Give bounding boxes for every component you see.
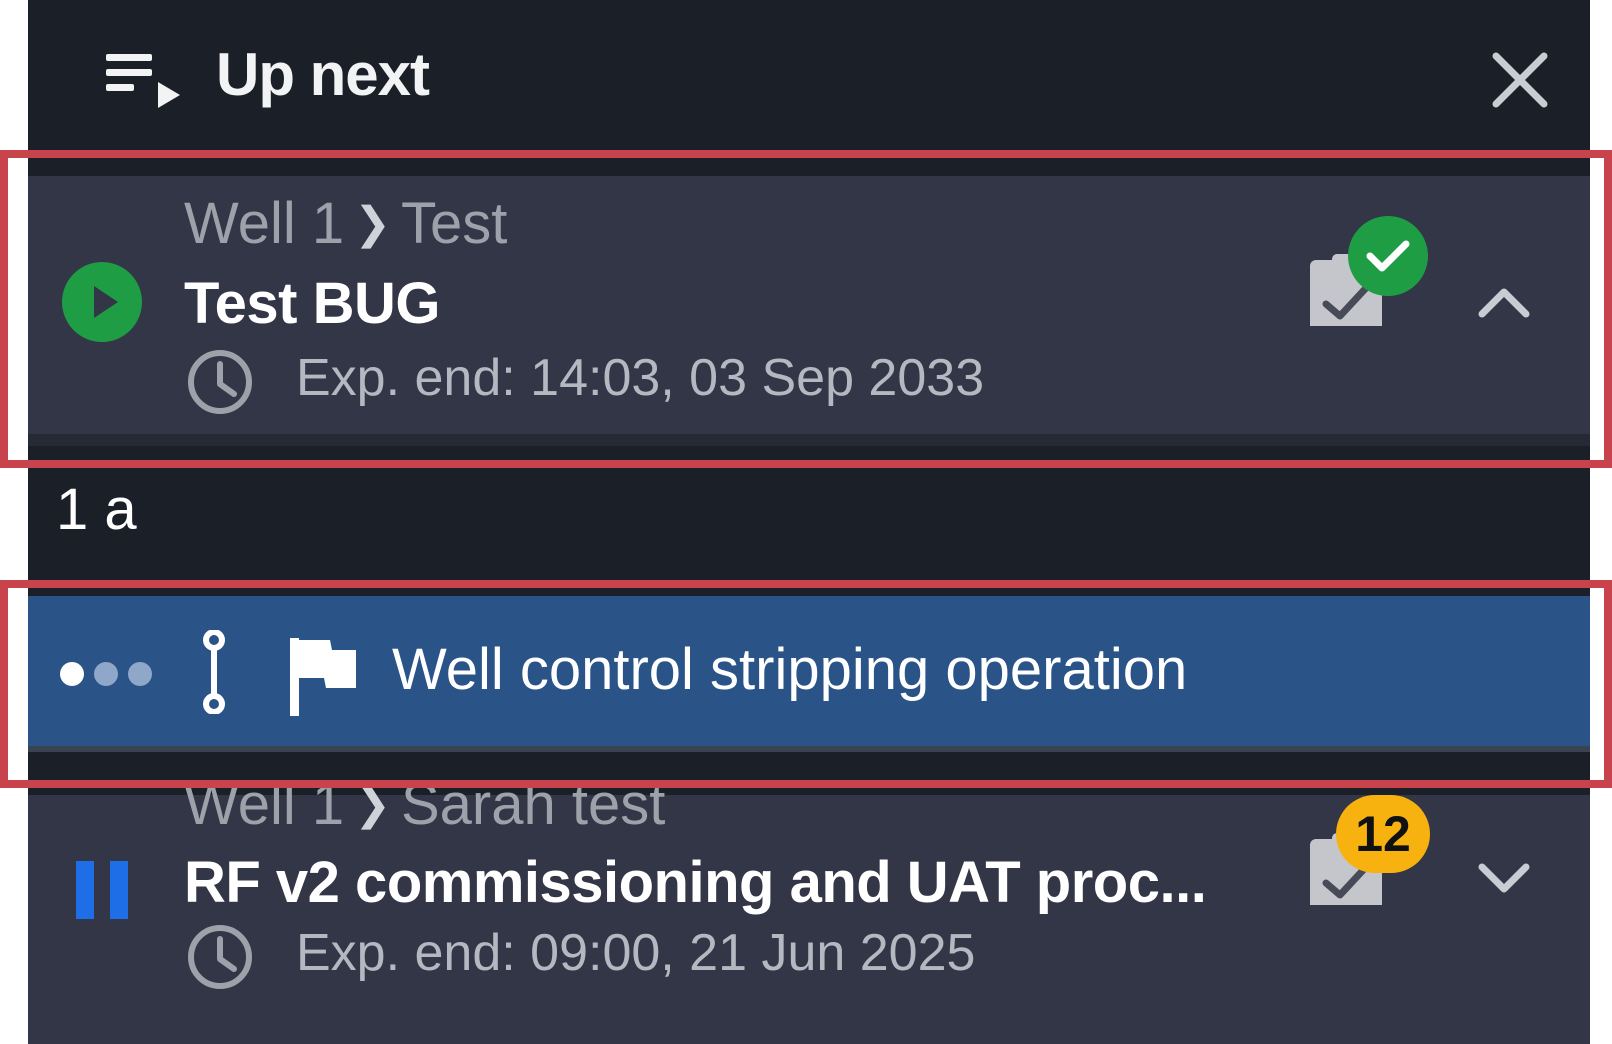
flag-icon: [290, 638, 356, 716]
panel-title: Up next: [216, 41, 430, 108]
checklist-complete-icon[interactable]: [1310, 216, 1430, 326]
card-divider: [28, 434, 1590, 446]
procedure-card[interactable]: Well 1 ❯ Test Test BUG Exp. end: 14:03, 03…: [28, 176, 1590, 446]
section-label: 1 a: [56, 477, 137, 542]
chevron-right-icon: ❯: [354, 199, 391, 249]
chevron-right-icon: ❯: [354, 780, 391, 830]
procedure-title[interactable]: Test BUG: [184, 270, 440, 337]
breadcrumb-folder: Sarah test: [400, 772, 666, 837]
pause-icon[interactable]: [62, 851, 142, 931]
connector-icon: [203, 630, 225, 714]
breadcrumb: Well 1 ❯ Sarah test: [184, 771, 665, 838]
panel-header: Up next: [28, 0, 1590, 146]
procedure-title[interactable]: RF v2 commissioning and UAT proc...: [184, 849, 1207, 916]
expected-end: Exp. end: 09:00, 21 Jun 2025: [296, 924, 976, 982]
step-row[interactable]: Well control stripping operation: [28, 596, 1590, 752]
breadcrumb-folder: Test: [400, 191, 508, 256]
close-icon[interactable]: [1488, 48, 1552, 112]
checklist-count-badge: 12: [1336, 795, 1430, 873]
breadcrumb-well: Well 1: [184, 191, 345, 256]
progress-dots-icon: [60, 662, 152, 686]
chevron-up-icon[interactable]: [1476, 282, 1532, 322]
chevron-down-icon[interactable]: [1476, 859, 1532, 899]
clock-icon: [188, 925, 252, 989]
queue-play-icon: [106, 54, 180, 108]
procedure-card[interactable]: Well 1 ❯ Sarah test RF v2 commissioning an…: [28, 772, 1590, 1044]
clock-icon: [188, 350, 252, 414]
expected-end: Exp. end: 14:03, 03 Sep 2033: [296, 349, 985, 407]
step-title: Well control stripping operation: [392, 637, 1188, 702]
up-next-panel: Up next Well 1 ❯ Test Test BUG Exp. end: 1…: [28, 0, 1590, 1044]
step-divider: [28, 746, 1590, 752]
breadcrumb-well: Well 1: [184, 772, 345, 837]
play-circle-icon[interactable]: [62, 262, 142, 342]
breadcrumb: Well 1 ❯ Test: [184, 190, 507, 257]
